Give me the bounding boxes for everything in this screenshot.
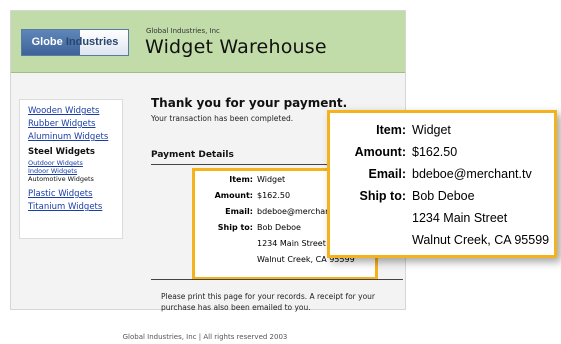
sidebar-item-wooden-widgets[interactable]: Wooden Widgets <box>28 105 122 118</box>
zoom-email-label: Email: <box>368 167 406 181</box>
email-label: Email: <box>225 207 253 216</box>
zoom-email-value: bdeboe@merchant.tv <box>412 167 532 181</box>
zoom-amount-value: $162.50 <box>412 145 458 159</box>
divider <box>151 279 403 280</box>
logo-text: Globe Industries <box>22 30 128 55</box>
item-label: Item: <box>229 175 253 184</box>
sidebar-item-titanium-widgets[interactable]: Titanium Widgets <box>28 201 122 214</box>
amount-label: Amount: <box>214 191 253 200</box>
ship-to-label: Ship to: <box>217 223 253 232</box>
item-value: Widget <box>257 175 286 184</box>
sidebar-subitem-indoor-widgets[interactable]: Indoor Widgets <box>28 167 122 175</box>
zoom-ship-to-name: Bob Deboe <box>412 189 475 203</box>
sidebar-group-steel-widgets: Steel Widgets <box>28 147 95 157</box>
ship-to-street: 1234 Main Street <box>257 239 326 248</box>
footer-copyright: Global Industries, Inc | All rights rese… <box>122 333 288 341</box>
page-heading: Thank you for your payment. <box>151 96 348 110</box>
logo-word-industries: Industries <box>65 36 119 48</box>
sidebar-item-rubber-widgets[interactable]: Rubber Widgets <box>28 118 122 131</box>
ship-to-name: Bob Deboe <box>257 223 301 232</box>
sidebar-subitem-outdoor-widgets[interactable]: Outdoor Widgets <box>28 159 122 167</box>
sidebar-subitem-automotive-widgets: Automotive Widgets <box>28 175 94 183</box>
zoom-ship-to-city: Walnut Creek, CA 95599 <box>412 233 550 247</box>
site-title: Widget Warehouse <box>145 36 327 58</box>
zoom-ship-to-label: Ship to: <box>359 189 406 203</box>
site-header: Globe Industries Global Industries, Inc … <box>11 11 405 73</box>
amount-value: $162.50 <box>257 191 291 200</box>
sidebar-nav: Wooden Widgets Rubber Widgets Aluminum W… <box>19 99 123 239</box>
print-notice: Please print this page for your records.… <box>161 292 376 312</box>
zoom-item-label: Item: <box>376 123 406 137</box>
payment-details-heading: Payment Details <box>151 150 234 160</box>
zoom-item-value: Widget <box>412 123 451 137</box>
company-name: Global Industries, Inc <box>146 27 220 35</box>
logo-word-globe: Globe <box>31 36 63 48</box>
zoom-ship-to-street: 1234 Main Street <box>412 211 508 225</box>
payment-details-magnified-callout: Item: Widget Amount: $162.50 Email: bdeb… <box>327 110 557 258</box>
globe-industries-logo[interactable]: Globe Industries <box>21 29 129 56</box>
zoom-amount-label: Amount: <box>354 145 406 159</box>
sidebar-item-plastic-widgets[interactable]: Plastic Widgets <box>28 188 122 201</box>
transaction-status: Your transaction has been completed. <box>151 114 294 123</box>
sidebar-item-aluminum-widgets[interactable]: Aluminum Widgets <box>28 131 122 144</box>
